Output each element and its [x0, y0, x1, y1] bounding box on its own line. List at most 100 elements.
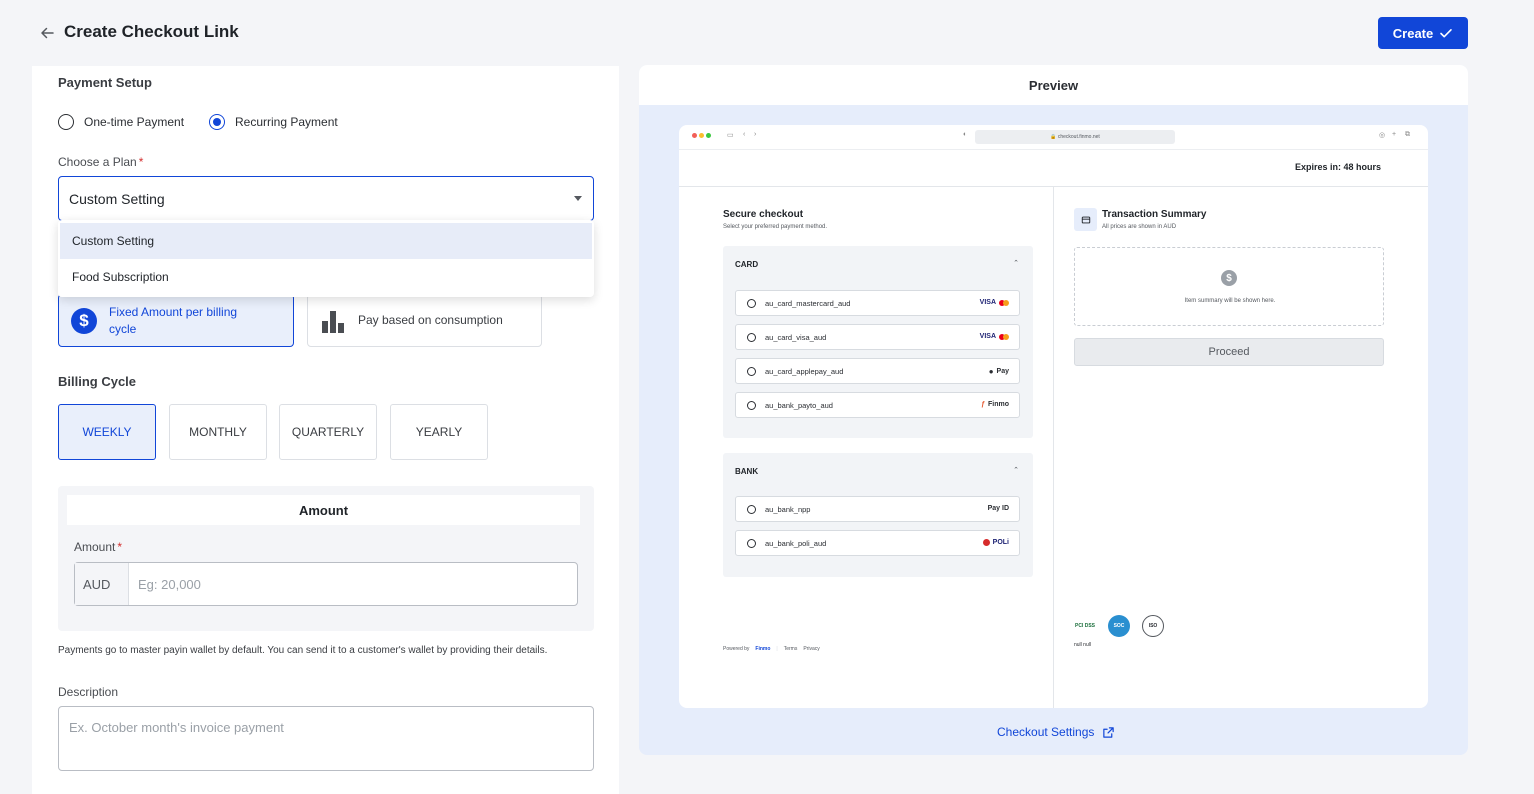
- shield-icon: ◐: [963, 131, 968, 138]
- amount-helper-text: Payments go to master payin wallet by de…: [58, 645, 548, 656]
- badge-text: PCI DSS: [1074, 623, 1095, 629]
- amount-section: Amount Amount * AUD Eg: 20,000: [58, 486, 594, 631]
- radio-circle[interactable]: [747, 538, 756, 548]
- pricing-type-label: Pay based on consumption: [358, 313, 503, 327]
- download-icon: ◎: [1379, 132, 1386, 139]
- dollar-coin-icon: $: [1221, 270, 1237, 286]
- payment-method-name: au_card_applepay_aud: [765, 366, 844, 376]
- tabs-icon: ⧉: [1405, 131, 1410, 138]
- terms-link[interactable]: Terms: [784, 646, 798, 652]
- finmo-logo: Finmo: [988, 401, 1009, 408]
- transaction-summary-subtitle: All prices are shown in AUD: [1102, 224, 1177, 230]
- form-panel: Payment Setup One-time Payment Recurring…: [32, 66, 619, 794]
- footer-separator: |: [776, 646, 778, 652]
- billing-cycle-yearly[interactable]: YEARLY: [390, 404, 488, 460]
- description-input[interactable]: Ex. October month's invoice payment: [58, 706, 594, 771]
- billing-cycle-title: Billing Cycle: [58, 374, 137, 389]
- checkout-settings-link[interactable]: Checkout Settings: [997, 725, 1115, 739]
- amount-input[interactable]: AUD Eg: 20,000: [74, 562, 578, 606]
- powered-by-text: Powered by: [723, 646, 750, 652]
- powered-by-footer: Powered by Finmo | Terms Privacy: [723, 646, 820, 652]
- payment-method-row[interactable]: au_bank_poli_aud POLi: [735, 530, 1020, 556]
- dollar-icon: $: [71, 307, 97, 334]
- plan-option-food-subscription[interactable]: Food Subscription: [60, 259, 592, 295]
- payment-setup-title: Payment Setup: [58, 75, 152, 90]
- required-mark: *: [138, 155, 144, 169]
- bar-chart-icon: [322, 310, 344, 333]
- badge-text: SOC: [1113, 623, 1125, 629]
- item-summary-placeholder: $ Item summary will be shown here.: [1074, 247, 1384, 326]
- expiry-text: Expires in: 48 hours: [1294, 162, 1381, 172]
- radio-label: One-time Payment: [84, 115, 185, 129]
- proceed-button[interactable]: Proceed: [1074, 338, 1384, 366]
- iso-badge-icon: ISO: [1142, 615, 1164, 637]
- payment-method-row[interactable]: au_bank_npp Pay ID: [735, 496, 1020, 522]
- back-arrow-icon[interactable]: [38, 24, 56, 42]
- payid-logo: Pay ID: [987, 505, 1009, 512]
- amount-label: Amount *: [74, 540, 122, 554]
- radio-circle[interactable]: [747, 332, 756, 342]
- required-mark: *: [117, 540, 123, 554]
- finmo-icon: ƒ Finmo: [981, 401, 1009, 408]
- privacy-link[interactable]: Privacy: [803, 646, 819, 652]
- visa-logo: VISA: [979, 299, 996, 306]
- transaction-summary-title: Transaction Summary: [1102, 209, 1207, 220]
- payment-method-row[interactable]: au_card_mastercard_aud VISA: [735, 290, 1020, 316]
- preview-panel: Preview ▭ ‹ › ◐ 🔒 checkout.finmo.net ◎ +…: [639, 65, 1468, 755]
- payment-method-row[interactable]: au_card_visa_aud VISA: [735, 324, 1020, 350]
- radio-label: Recurring Payment: [235, 115, 338, 129]
- plan-dropdown-menu: Custom Setting Food Subscription: [58, 220, 594, 297]
- payid-icon: Pay ID: [988, 505, 1009, 512]
- payment-method-row[interactable]: au_bank_payto_aud ƒ Finmo: [735, 392, 1020, 418]
- soc-badge-icon: SOC: [1108, 615, 1130, 637]
- card-group-title: CARD: [735, 260, 759, 269]
- preview-title: Preview: [639, 65, 1468, 105]
- radio-circle[interactable]: [747, 298, 756, 308]
- browser-chrome: ▭ ‹ › ◐ 🔒 checkout.finmo.net ◎ + ⧉: [679, 125, 1428, 150]
- card-methods-group: CARD ⌃ au_card_mastercard_aud VISA au_ca…: [723, 246, 1033, 438]
- one-time-payment-radio[interactable]: One-time Payment: [58, 114, 184, 130]
- pricing-type-fixed[interactable]: $ Fixed Amount per billing cycle: [58, 294, 294, 347]
- payment-method-row[interactable]: au_card_applepay_aud ● Pay: [735, 358, 1020, 384]
- payment-method-name: au_card_visa_aud: [765, 332, 827, 342]
- plan-label-text: Choose a Plan: [58, 155, 137, 169]
- window-close-dot: [692, 133, 697, 138]
- plan-select[interactable]: Custom Setting: [58, 176, 594, 221]
- radio-circle[interactable]: [747, 366, 756, 376]
- secure-checkout-subtitle: Select your preferred payment method.: [723, 224, 828, 230]
- radio-circle[interactable]: [747, 400, 756, 410]
- poli-icon: POLi: [982, 539, 1009, 546]
- pricing-type-consumption[interactable]: Pay based on consumption: [307, 294, 542, 347]
- radio-circle[interactable]: [747, 504, 756, 514]
- recurring-payment-radio[interactable]: Recurring Payment: [209, 114, 338, 130]
- plan-select-value: Custom Setting: [69, 190, 165, 207]
- payment-method-name: au_card_mastercard_aud: [765, 298, 851, 308]
- billing-cycle-weekly[interactable]: WEEKLY: [58, 404, 156, 460]
- plan-option-custom-setting[interactable]: Custom Setting: [60, 223, 592, 259]
- url-text: checkout.finmo.net: [1057, 134, 1100, 140]
- create-button[interactable]: Create: [1378, 17, 1468, 49]
- chevron-up-icon[interactable]: ⌃: [1013, 466, 1019, 474]
- pricing-type-label: Fixed Amount per billing cycle: [109, 304, 238, 336]
- powered-by-brand: Finmo: [755, 646, 771, 652]
- visa-mastercard-icon: VISA: [980, 299, 1009, 306]
- create-button-label: Create: [1392, 25, 1434, 41]
- visa-mastercard-icon: VISA: [980, 333, 1009, 340]
- caret-up-icon: [574, 196, 582, 201]
- billing-cycle-quarterly[interactable]: QUARTERLY: [279, 404, 377, 460]
- chevron-up-icon[interactable]: ⌃: [1013, 259, 1019, 267]
- window-maximize-dot: [706, 133, 711, 138]
- radio-circle-selected[interactable]: [209, 114, 225, 130]
- divider: [1053, 186, 1054, 708]
- plan-label: Choose a Plan *: [58, 155, 143, 169]
- amount-placeholder[interactable]: Eg: 20,000: [129, 563, 201, 605]
- radio-circle[interactable]: [58, 114, 74, 130]
- browser-mockup: ▭ ‹ › ◐ 🔒 checkout.finmo.net ◎ + ⧉ Expir…: [679, 125, 1428, 708]
- pci-dss-badge-icon: PCI DSS: [1074, 615, 1096, 637]
- new-tab-icon: +: [1392, 131, 1397, 138]
- compliance-badges: PCI DSS SOC ISO: [1074, 615, 1164, 637]
- page-title: Create Checkout Link: [64, 22, 239, 41]
- billing-cycle-monthly[interactable]: MONTHLY: [169, 404, 267, 460]
- currency-prefix: AUD: [75, 563, 129, 605]
- item-summary-empty-text: Item summary will be shown here.: [1184, 298, 1276, 304]
